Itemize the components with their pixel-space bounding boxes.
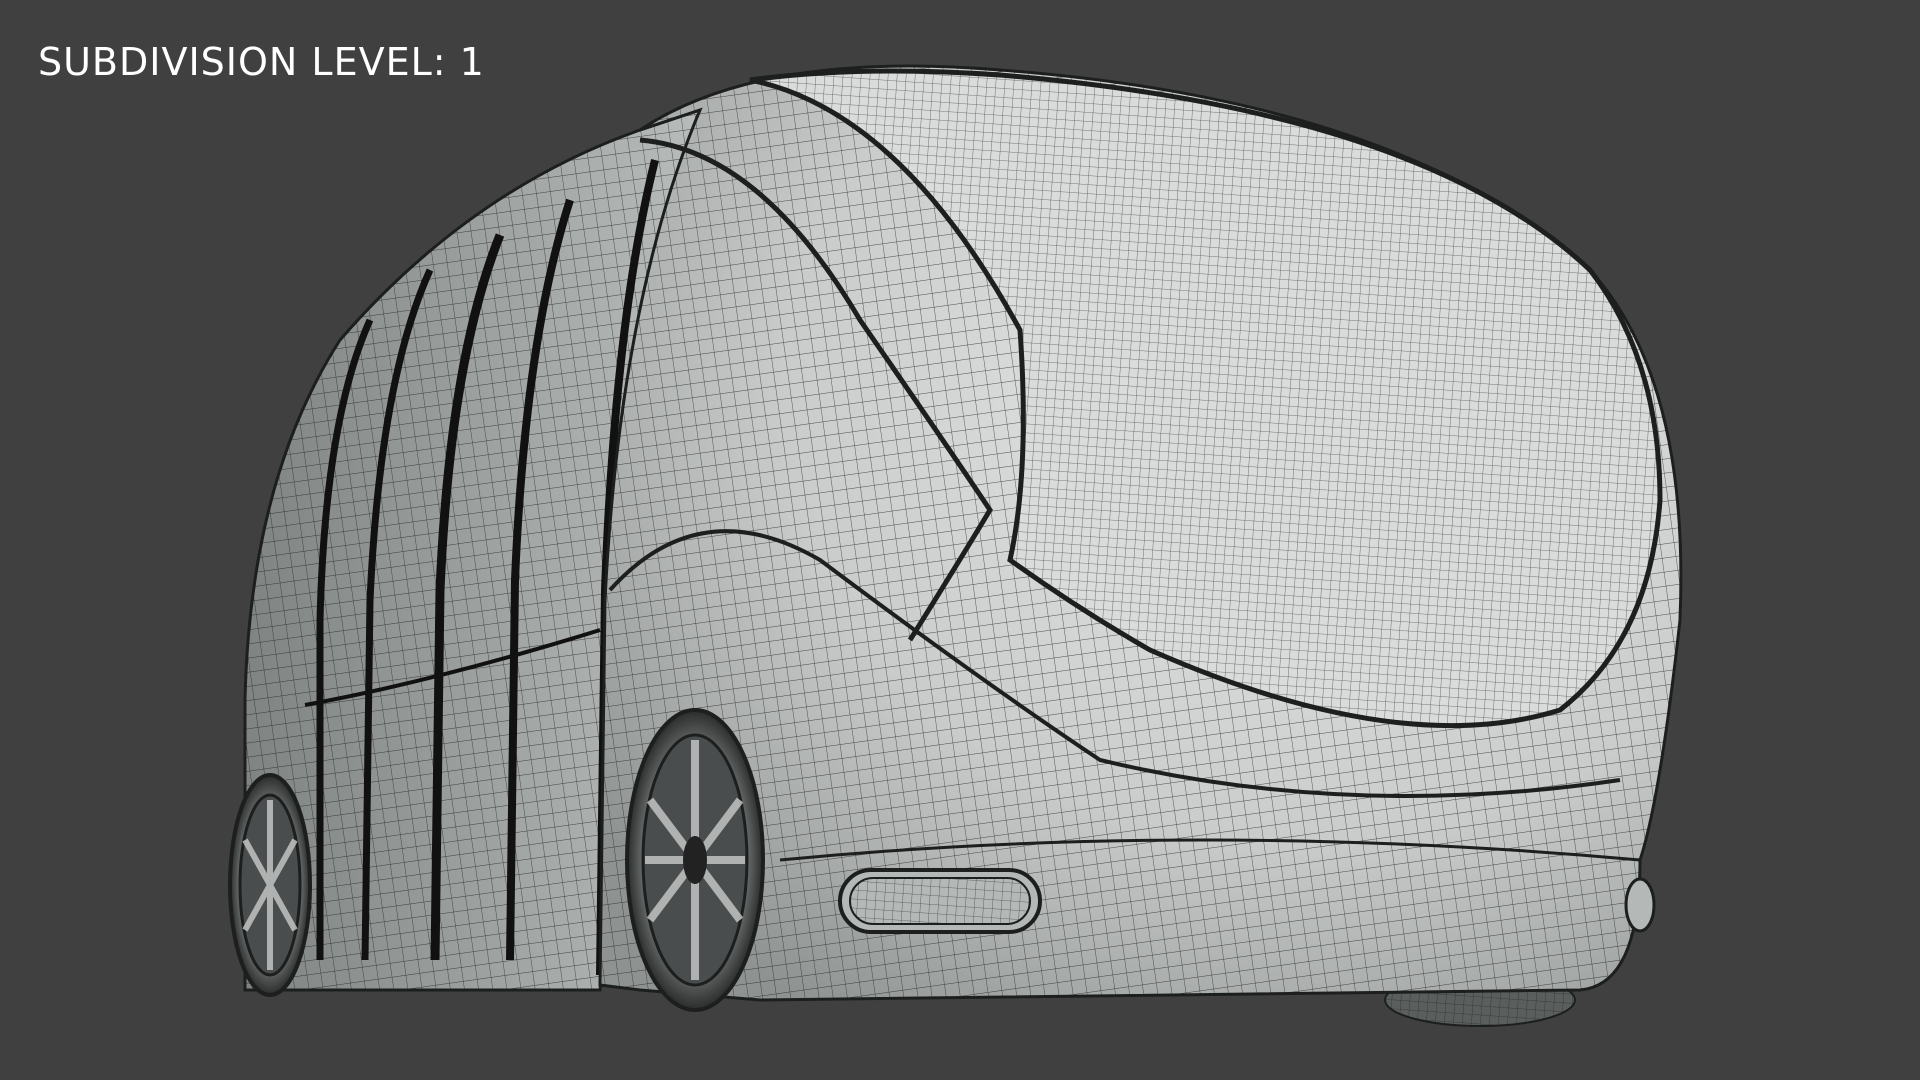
vehicle-render [228, 64, 1683, 1027]
rear-wheel [228, 773, 312, 997]
3d-viewport[interactable]: SUBDIVISION LEVEL: 1 [0, 0, 1920, 1080]
front-wheel [625, 708, 765, 1012]
subdivision-level-label: SUBDIVISION LEVEL: 1 [38, 40, 485, 84]
